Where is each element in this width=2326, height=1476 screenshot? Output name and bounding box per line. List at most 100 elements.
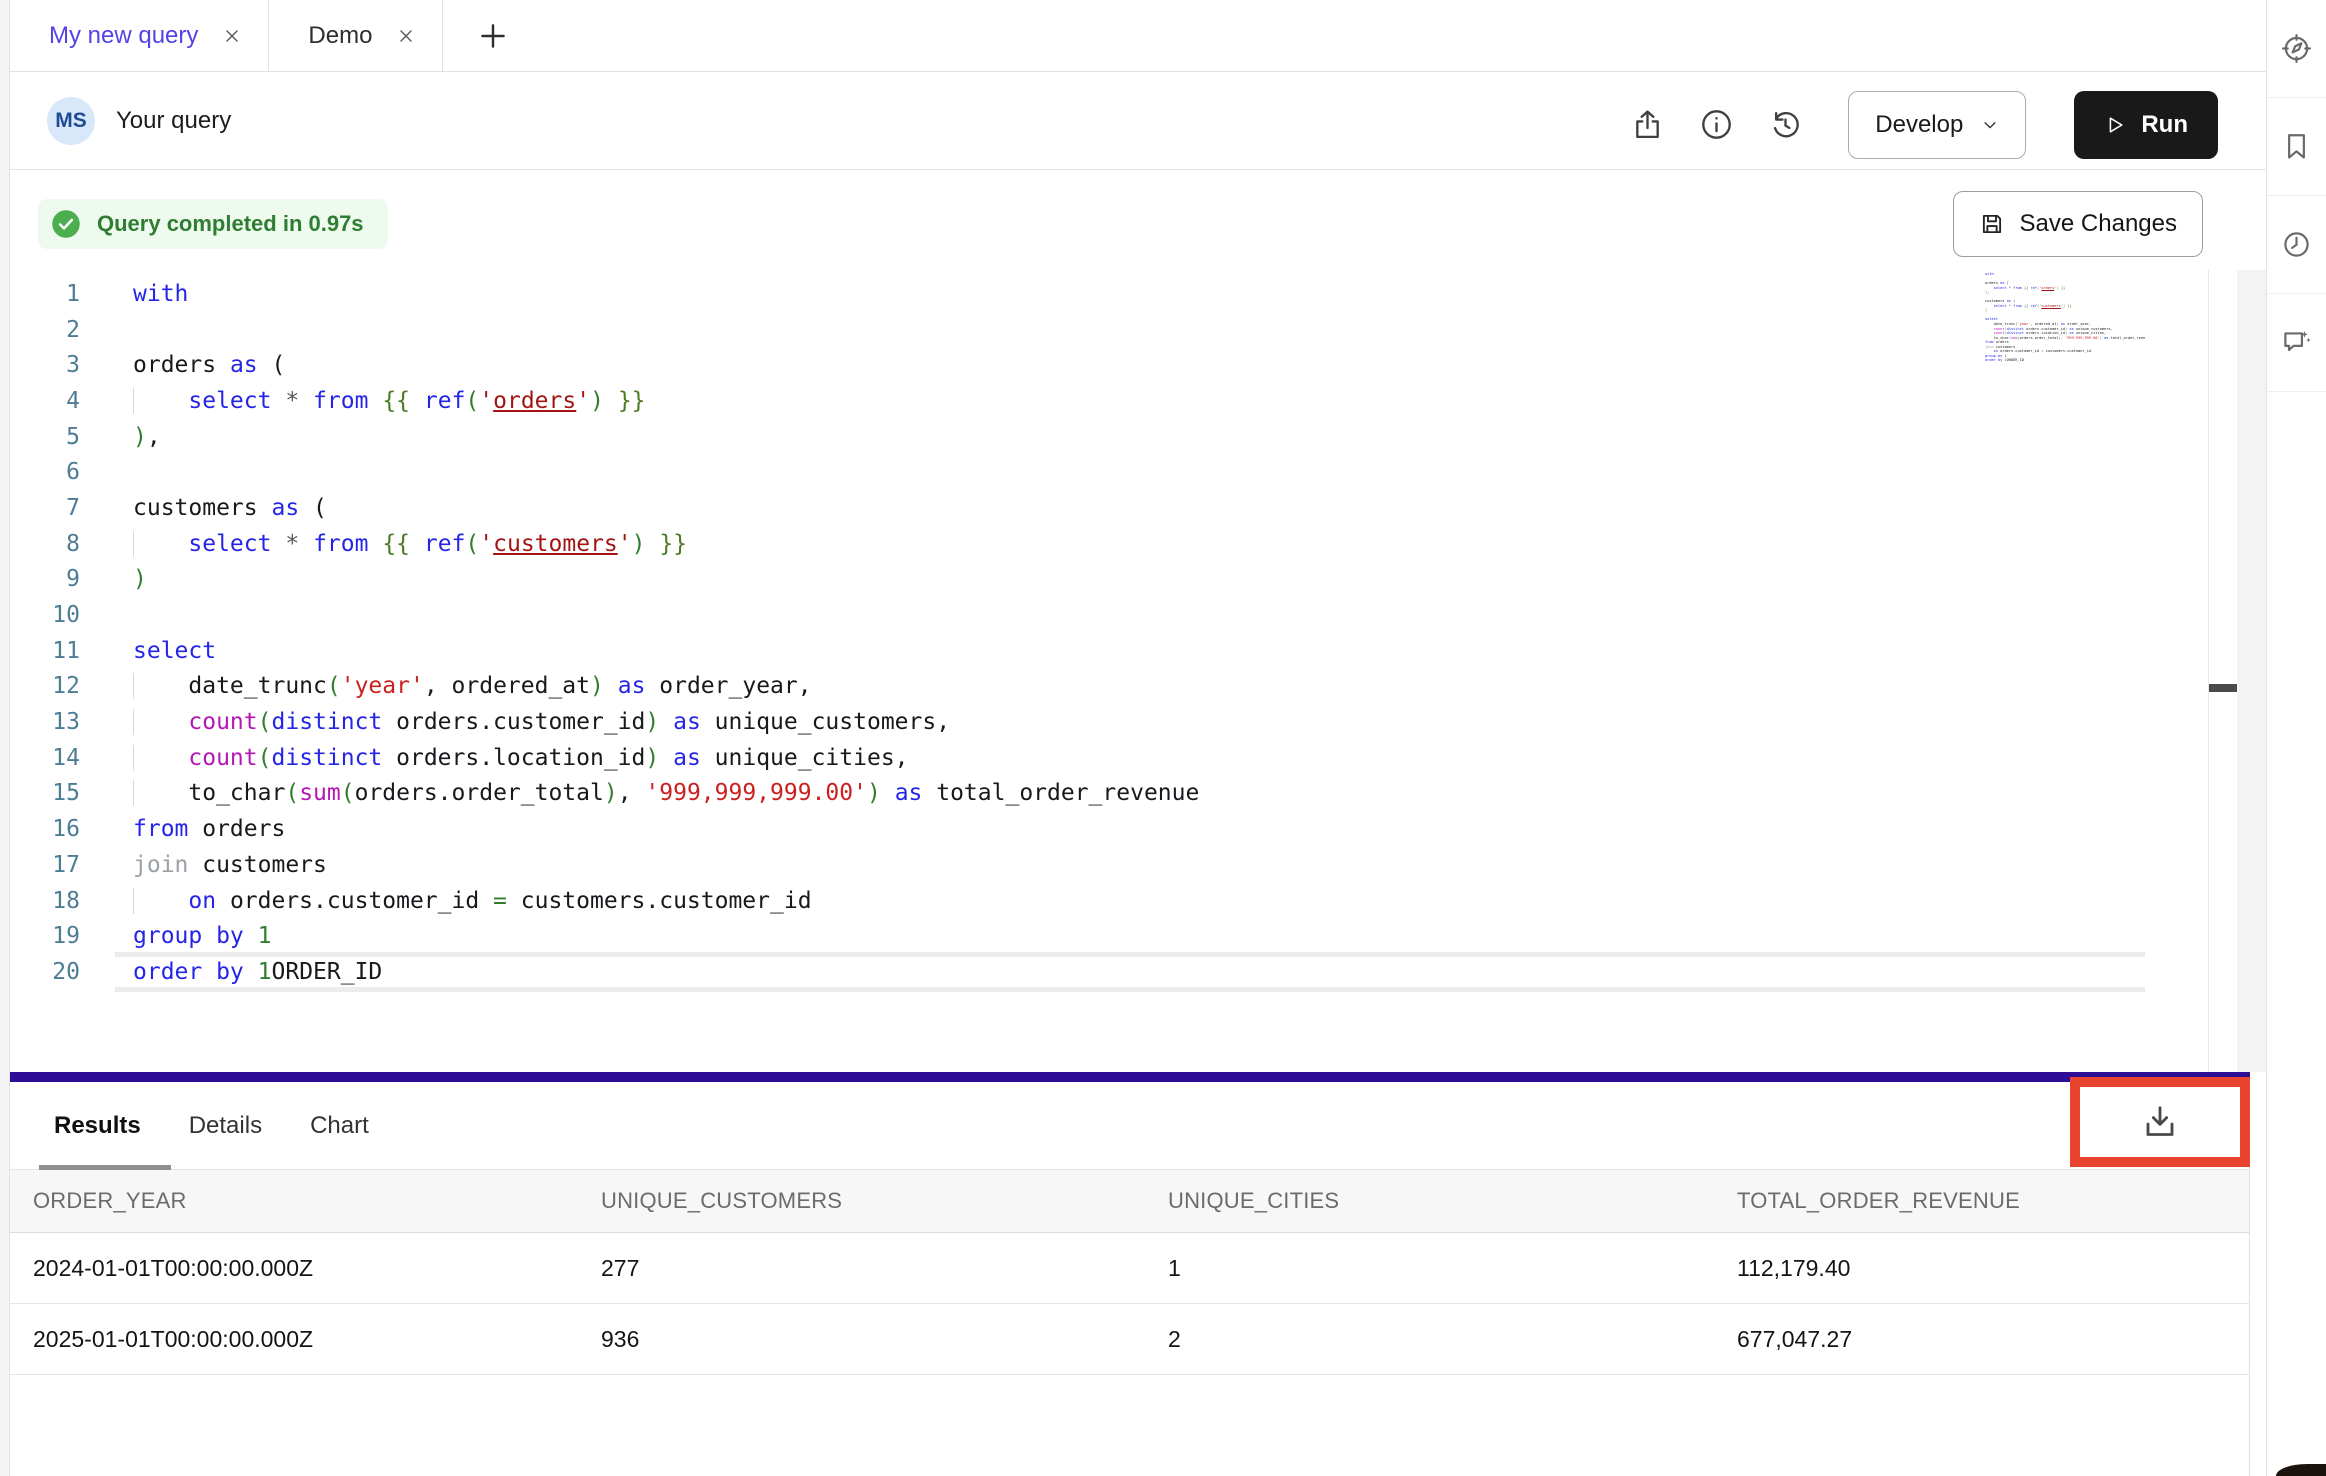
code-text: to_char(sum(orders.order_total), '999,99… bbox=[133, 780, 1199, 806]
table-cell: 2 bbox=[1145, 1326, 1714, 1353]
line-number: 1 bbox=[10, 281, 80, 307]
run-label: Run bbox=[2141, 111, 2188, 139]
editor-scrollbar[interactable] bbox=[2208, 270, 2238, 1072]
annotation-highlight-box bbox=[2070, 1077, 2250, 1167]
code-line[interactable]: 15 to_char(sum(orders.order_total), '999… bbox=[10, 776, 2266, 812]
status-message: Query completed in 0.97s bbox=[97, 211, 364, 237]
line-number: 3 bbox=[10, 352, 80, 378]
line-number: 10 bbox=[10, 602, 80, 628]
check-circle-icon bbox=[51, 209, 81, 239]
line-number: 15 bbox=[10, 780, 80, 806]
info-icon[interactable] bbox=[1700, 108, 1733, 141]
code-line[interactable]: 10 bbox=[10, 597, 2266, 633]
table-cell: 1 bbox=[1145, 1255, 1714, 1282]
line-number: 19 bbox=[10, 923, 80, 949]
scrollbar-thumb[interactable] bbox=[2209, 684, 2237, 692]
code-line[interactable]: 6 bbox=[10, 454, 2266, 490]
query-status-badge: Query completed in 0.97s bbox=[38, 199, 388, 249]
clock-icon[interactable] bbox=[2267, 196, 2326, 294]
results-tab-details[interactable]: Details bbox=[189, 1112, 262, 1140]
code-line[interactable]: 3 orders as ( bbox=[10, 347, 2266, 383]
code-line[interactable]: 13 count(distinct orders.customer_id) as… bbox=[10, 704, 2266, 740]
table-cell: 277 bbox=[578, 1255, 1145, 1282]
table-row[interactable]: 2024-01-01T00:00:00.000Z2771112,179.40 bbox=[10, 1233, 2249, 1304]
share-icon[interactable] bbox=[1631, 108, 1664, 141]
code-line[interactable]: 16from orders bbox=[10, 811, 2266, 847]
save-icon bbox=[1979, 211, 2005, 237]
code-text: order by 1ORDER_ID bbox=[133, 959, 382, 985]
line-number: 2 bbox=[10, 317, 80, 343]
code-line[interactable]: 2 bbox=[10, 312, 2266, 348]
code-line[interactable]: 7customers as ( bbox=[10, 490, 2266, 526]
download-icon[interactable] bbox=[2140, 1102, 2180, 1142]
run-button[interactable]: Run bbox=[2074, 91, 2218, 159]
line-number: 14 bbox=[10, 745, 80, 771]
code-line[interactable]: 9) bbox=[10, 562, 2266, 598]
results-tab-results[interactable]: Results bbox=[54, 1112, 141, 1140]
table-cell: 2025-01-01T00:00:00.000Z bbox=[10, 1326, 578, 1353]
bookmark-icon[interactable] bbox=[2267, 98, 2326, 196]
line-number: 9 bbox=[10, 566, 80, 592]
line-number: 17 bbox=[10, 852, 80, 878]
sql-editor[interactable]: 1 with 2 3 orders as ( 4 select * from {{ ref… bbox=[10, 270, 2266, 1072]
develop-dropdown[interactable]: Develop bbox=[1848, 91, 2026, 159]
line-number: 20 bbox=[10, 959, 80, 985]
code-line[interactable]: 5), bbox=[10, 419, 2266, 455]
chevron-down-icon bbox=[1981, 116, 1999, 134]
code-text: ), bbox=[133, 424, 161, 450]
tab-label: Demo bbox=[308, 22, 372, 50]
column-header: ORDER_YEAR bbox=[10, 1188, 578, 1214]
save-changes-button[interactable]: Save Changes bbox=[1953, 191, 2203, 257]
code-line[interactable]: 4 select * from {{ ref('orders') }} bbox=[10, 383, 2266, 419]
code-text: customers as ( bbox=[133, 495, 327, 521]
header-actions: Develop Run bbox=[1631, 91, 2218, 159]
active-tab-underline bbox=[39, 1165, 171, 1170]
page-title: Your query bbox=[116, 107, 231, 135]
code-text: count(distinct orders.location_id) as un… bbox=[133, 745, 909, 771]
code-line[interactable]: 8 select * from {{ ref('customers') }} bbox=[10, 526, 2266, 562]
line-number: 13 bbox=[10, 709, 80, 735]
chat-sparkles-icon[interactable] bbox=[2267, 294, 2326, 392]
line-number: 16 bbox=[10, 816, 80, 842]
code-text: orders as ( bbox=[133, 352, 285, 378]
table-row[interactable]: 2025-01-01T00:00:00.000Z9362677,047.27 bbox=[10, 1304, 2249, 1375]
results-panel: Results Details Chart ORDER_YEARUNIQUE_CUS… bbox=[10, 1082, 2250, 1476]
code-line[interactable]: 17join customers bbox=[10, 847, 2266, 883]
line-number: 11 bbox=[10, 638, 80, 664]
line-number: 5 bbox=[10, 424, 80, 450]
results-tab-chart[interactable]: Chart bbox=[310, 1112, 369, 1140]
code-text: select * from {{ ref('customers') }} bbox=[133, 531, 687, 557]
code-line[interactable]: 20 order by 1ORDER_ID bbox=[10, 954, 2266, 990]
panel-resize-handle[interactable] bbox=[10, 1072, 2250, 1082]
code-line[interactable]: 1 with bbox=[10, 276, 2266, 312]
minimap-line: to_char(sum(orders.order_total), '999,99… bbox=[1985, 336, 2145, 341]
status-row: Query completed in 0.97s Save Changes bbox=[10, 170, 2266, 270]
editor-section: Query completed in 0.97s Save Changes 1 w… bbox=[10, 170, 2266, 1072]
new-tab-button[interactable] bbox=[476, 19, 510, 53]
close-icon[interactable] bbox=[396, 26, 416, 46]
editor-right-gutter bbox=[2237, 270, 2266, 1072]
code-text: with bbox=[133, 281, 188, 307]
table-header-row: ORDER_YEARUNIQUE_CUSTOMERSUNIQUE_CITIEST… bbox=[10, 1170, 2249, 1233]
tab-demo[interactable]: Demo bbox=[269, 0, 443, 71]
app-window: My new query Demo MS Your query Develop R… bbox=[0, 0, 2326, 1476]
code-line[interactable]: 14 count(distinct orders.location_id) as… bbox=[10, 740, 2266, 776]
code-text: select * from {{ ref('orders') }} bbox=[133, 388, 646, 414]
query-tab-bar: My new query Demo bbox=[10, 0, 2266, 72]
close-icon[interactable] bbox=[222, 26, 242, 46]
code-line[interactable]: 12 date_trunc('year', ordered_at) as ord… bbox=[10, 669, 2266, 705]
code-line[interactable]: 19group by 1 bbox=[10, 918, 2266, 954]
right-sidebar bbox=[2266, 0, 2326, 1476]
history-icon[interactable] bbox=[1769, 108, 1802, 141]
tab-my-new-query[interactable]: My new query bbox=[10, 0, 269, 71]
window-left-edge bbox=[0, 0, 10, 1476]
column-header: UNIQUE_CITIES bbox=[1145, 1188, 1714, 1214]
code-text: ) bbox=[133, 566, 147, 592]
avatar: MS bbox=[47, 97, 95, 145]
code-line[interactable]: 11select bbox=[10, 633, 2266, 669]
compass-icon[interactable] bbox=[2267, 0, 2326, 98]
main-panel: My new query Demo MS Your query Develop R… bbox=[10, 0, 2266, 1476]
table-cell: 2024-01-01T00:00:00.000Z bbox=[10, 1255, 578, 1282]
editor-minimap[interactable]: with orders as ( select * from {{ ref('o… bbox=[1985, 272, 2145, 363]
code-line[interactable]: 18 on orders.customer_id = customers.cus… bbox=[10, 883, 2266, 919]
